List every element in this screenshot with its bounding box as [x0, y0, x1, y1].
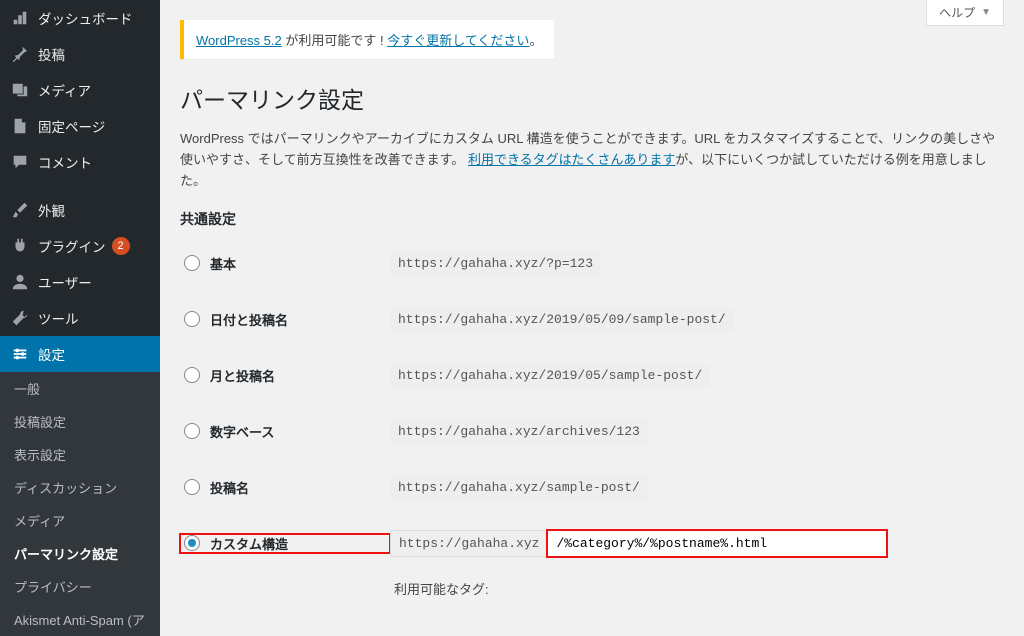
available-tags-link[interactable]: 利用できるタグはたくさんあります — [468, 152, 675, 167]
permalink-option-postname[interactable]: 投稿名 https://gahaha.xyz/sample-post/ — [180, 467, 1004, 507]
sidebar-item-plugins[interactable]: プラグイン 2 — [0, 228, 160, 264]
sub-item-media[interactable]: メディア — [0, 504, 160, 537]
brush-icon — [10, 200, 30, 220]
sub-item-general[interactable]: 一般 — [0, 372, 160, 405]
user-icon — [10, 272, 30, 292]
permalink-option-custom[interactable]: カスタム構造 https://gahaha.xyz — [180, 523, 1004, 563]
option-example: https://gahaha.xyz/2019/05/sample-post/ — [390, 363, 710, 388]
custom-structure-field: https://gahaha.xyz — [390, 530, 887, 557]
wordpress-version-link[interactable]: WordPress 5.2 — [196, 33, 282, 48]
page-title: パーマリンク設定 — [180, 81, 1004, 115]
option-example: https://gahaha.xyz/2019/05/09/sample-pos… — [390, 307, 734, 332]
permalink-option-dayname[interactable]: 日付と投稿名 https://gahaha.xyz/2019/05/09/sam… — [180, 299, 1004, 339]
sub-item-writing[interactable]: 投稿設定 — [0, 405, 160, 438]
available-tags-label: 利用可能なタグ: — [390, 579, 1004, 598]
page-description: WordPress ではパーマリンクやアーカイブにカスタム URL 構造を使うこ… — [180, 129, 1004, 191]
main-content: ヘルプ ▼ WordPress 5.2 が利用可能です ! 今すぐ更新してくださ… — [160, 0, 1024, 548]
radio-custom[interactable] — [184, 535, 200, 551]
sidebar-item-users[interactable]: ユーザー — [0, 264, 160, 300]
sidebar-item-pages[interactable]: 固定ページ — [0, 108, 160, 144]
option-label: カスタム構造 — [210, 534, 288, 553]
permalink-option-monthname[interactable]: 月と投稿名 https://gahaha.xyz/2019/05/sample-… — [180, 355, 1004, 395]
sub-item-reading[interactable]: 表示設定 — [0, 438, 160, 471]
common-settings-title: 共通設定 — [180, 209, 1004, 229]
radio-plain[interactable] — [184, 255, 200, 271]
dashboard-icon — [10, 8, 30, 28]
sidebar-item-label: コメント — [38, 152, 92, 172]
sub-item-permalinks[interactable]: パーマリンク設定 — [0, 537, 160, 570]
sidebar-item-label: 投稿 — [38, 44, 65, 64]
sidebar-item-comments[interactable]: コメント — [0, 144, 160, 180]
option-label: 月と投稿名 — [210, 366, 275, 385]
option-label: 数字ベース — [210, 422, 274, 441]
sidebar-item-dashboard[interactable]: ダッシュボード — [0, 0, 160, 36]
page-icon — [10, 116, 30, 136]
pin-icon — [10, 44, 30, 64]
settings-icon — [10, 344, 30, 364]
sub-item-privacy[interactable]: プライバシー — [0, 570, 160, 603]
sidebar-item-label: 設定 — [38, 344, 65, 364]
update-notice: WordPress 5.2 が利用可能です ! 今すぐ更新してください。 — [180, 20, 554, 59]
sidebar-item-label: 固定ページ — [38, 116, 105, 136]
sidebar-item-media[interactable]: メディア — [0, 72, 160, 108]
help-tab[interactable]: ヘルプ ▼ — [926, 0, 1004, 26]
custom-permalink-input[interactable] — [547, 530, 887, 557]
option-label: 日付と投稿名 — [210, 310, 288, 329]
sidebar-item-tools[interactable]: ツール — [0, 300, 160, 336]
radio-monthname[interactable] — [184, 367, 200, 383]
sidebar-item-label: プラグイン — [38, 236, 106, 256]
settings-submenu: 一般 投稿設定 表示設定 ディスカッション メディア パーマリンク設定 プライバ… — [0, 372, 160, 636]
update-now-link[interactable]: 今すぐ更新してください — [387, 33, 529, 48]
plugin-icon — [10, 236, 30, 256]
tools-icon — [10, 308, 30, 328]
sidebar-item-label: ダッシュボード — [38, 8, 133, 28]
sub-item-akismet[interactable]: Akismet Anti-Spam (ア — [0, 603, 160, 636]
radio-postname[interactable] — [184, 479, 200, 495]
sidebar-item-label: ユーザー — [38, 272, 92, 292]
help-label: ヘルプ — [939, 4, 975, 21]
sub-item-discussion[interactable]: ディスカッション — [0, 471, 160, 504]
permalink-option-numeric[interactable]: 数字ベース https://gahaha.xyz/archives/123 — [180, 411, 1004, 451]
radio-numeric[interactable] — [184, 423, 200, 439]
permalink-option-plain[interactable]: 基本 https://gahaha.xyz/?p=123 — [180, 243, 1004, 283]
comment-icon — [10, 152, 30, 172]
sidebar-item-label: 外観 — [38, 200, 65, 220]
media-icon — [10, 80, 30, 100]
option-example: https://gahaha.xyz/?p=123 — [390, 251, 601, 276]
plugin-update-badge: 2 — [112, 237, 130, 255]
option-label: 投稿名 — [210, 478, 249, 497]
option-example: https://gahaha.xyz/archives/123 — [390, 419, 648, 444]
sidebar-item-settings[interactable]: 設定 — [0, 336, 160, 372]
chevron-down-icon: ▼ — [981, 7, 991, 18]
sidebar-item-appearance[interactable]: 外観 — [0, 192, 160, 228]
option-label: 基本 — [210, 254, 236, 273]
sidebar-item-posts[interactable]: 投稿 — [0, 36, 160, 72]
sidebar-item-label: メディア — [38, 80, 91, 100]
radio-dayname[interactable] — [184, 311, 200, 327]
site-url-prefix: https://gahaha.xyz — [390, 530, 547, 557]
admin-sidebar: ダッシュボード 投稿 メディア 固定ページ コメント 外観 — [0, 0, 160, 548]
option-example: https://gahaha.xyz/sample-post/ — [390, 475, 648, 500]
sidebar-item-label: ツール — [38, 308, 79, 328]
